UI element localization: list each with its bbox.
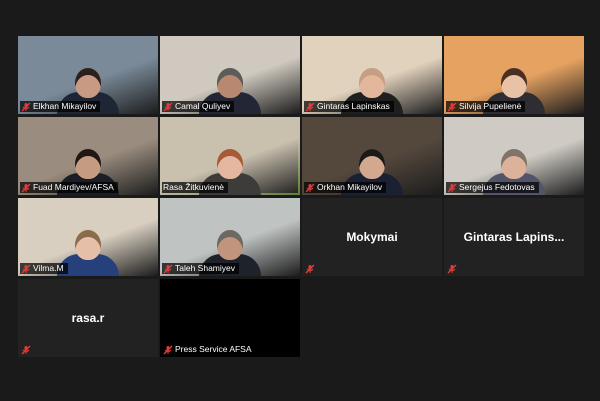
microphone-muted-icon: [447, 264, 457, 274]
participant-tile[interactable]: Mokymai: [302, 198, 442, 276]
participant-name: Camal Quliyev: [175, 101, 231, 111]
participant-tile[interactable]: Press Service AFSA: [160, 279, 300, 357]
participant-name-tag: Press Service AFSA: [162, 344, 256, 355]
participant-name: Fuad Mardiyev/AFSA: [33, 182, 114, 192]
participant-name: Taleh Shamiyev: [175, 263, 236, 273]
participant-tile[interactable]: Gintaras Lapins...: [444, 198, 584, 276]
participant-tile[interactable]: rasa.r: [18, 279, 158, 357]
participant-grid: Elkhan Mikayilov Camal Quliyev Gintaras La…: [18, 36, 584, 357]
participant-name-tag: Orkhan Mikayilov: [304, 182, 387, 193]
microphone-muted-icon: [21, 183, 31, 193]
participant-name-tag: Silvija Pupelienė: [446, 101, 526, 112]
microphone-muted-icon: [305, 102, 315, 112]
participant-name-tag: Gintaras Lapinskas: [304, 101, 394, 112]
participant-name: Elkhan Mikayilov: [33, 101, 97, 111]
participant-tile[interactable]: Silvija Pupelienė: [444, 36, 584, 114]
microphone-muted-icon: [305, 183, 315, 193]
microphone-muted-icon: [305, 264, 315, 274]
microphone-muted-icon: [21, 345, 31, 355]
microphone-muted-icon: [163, 345, 173, 355]
participant-tile[interactable]: Rasa Žitkuvienė: [160, 117, 300, 195]
microphone-muted-icon: [21, 264, 31, 274]
participant-name-tag: [304, 264, 321, 274]
participant-name-tag: Vilma.M: [20, 263, 68, 274]
participant-display-name: Mokymai: [346, 230, 398, 244]
participant-tile[interactable]: Gintaras Lapinskas: [302, 36, 442, 114]
participant-name: Gintaras Lapinskas: [317, 101, 390, 111]
microphone-muted-icon: [163, 264, 173, 274]
participant-name-tag: Taleh Shamiyev: [162, 263, 240, 274]
participant-name-tag: Rasa Žitkuvienė: [162, 182, 228, 193]
participant-name-tag: [446, 264, 463, 274]
participant-tile[interactable]: Sergejus Fedotovas: [444, 117, 584, 195]
participant-name-tag: Fuad Mardiyev/AFSA: [20, 182, 118, 193]
participant-tile[interactable]: Vilma.M: [18, 198, 158, 276]
participant-name-tag: Sergejus Fedotovas: [446, 182, 539, 193]
participant-tile[interactable]: Elkhan Mikayilov: [18, 36, 158, 114]
participant-name: Vilma.M: [33, 263, 64, 273]
microphone-muted-icon: [163, 102, 173, 112]
microphone-muted-icon: [447, 183, 457, 193]
participant-name-tag: Camal Quliyev: [162, 101, 235, 112]
participant-name: Rasa Žitkuvienė: [163, 182, 224, 192]
participant-tile[interactable]: Taleh Shamiyev: [160, 198, 300, 276]
participant-display-name: Gintaras Lapins...: [463, 230, 565, 244]
participant-tile[interactable]: Orkhan Mikayilov: [302, 117, 442, 195]
participant-tile[interactable]: Fuad Mardiyev/AFSA: [18, 117, 158, 195]
participant-tile[interactable]: Camal Quliyev: [160, 36, 300, 114]
participant-name: Orkhan Mikayilov: [317, 182, 383, 192]
participant-name: Sergejus Fedotovas: [459, 182, 535, 192]
participant-name: Silvija Pupelienė: [459, 101, 522, 111]
microphone-muted-icon: [21, 102, 31, 112]
participant-name-tag: Elkhan Mikayilov: [20, 101, 101, 112]
microphone-muted-icon: [447, 102, 457, 112]
participant-name: Press Service AFSA: [175, 344, 252, 354]
participant-display-name: rasa.r: [71, 311, 105, 325]
participant-name-tag: [20, 345, 37, 355]
